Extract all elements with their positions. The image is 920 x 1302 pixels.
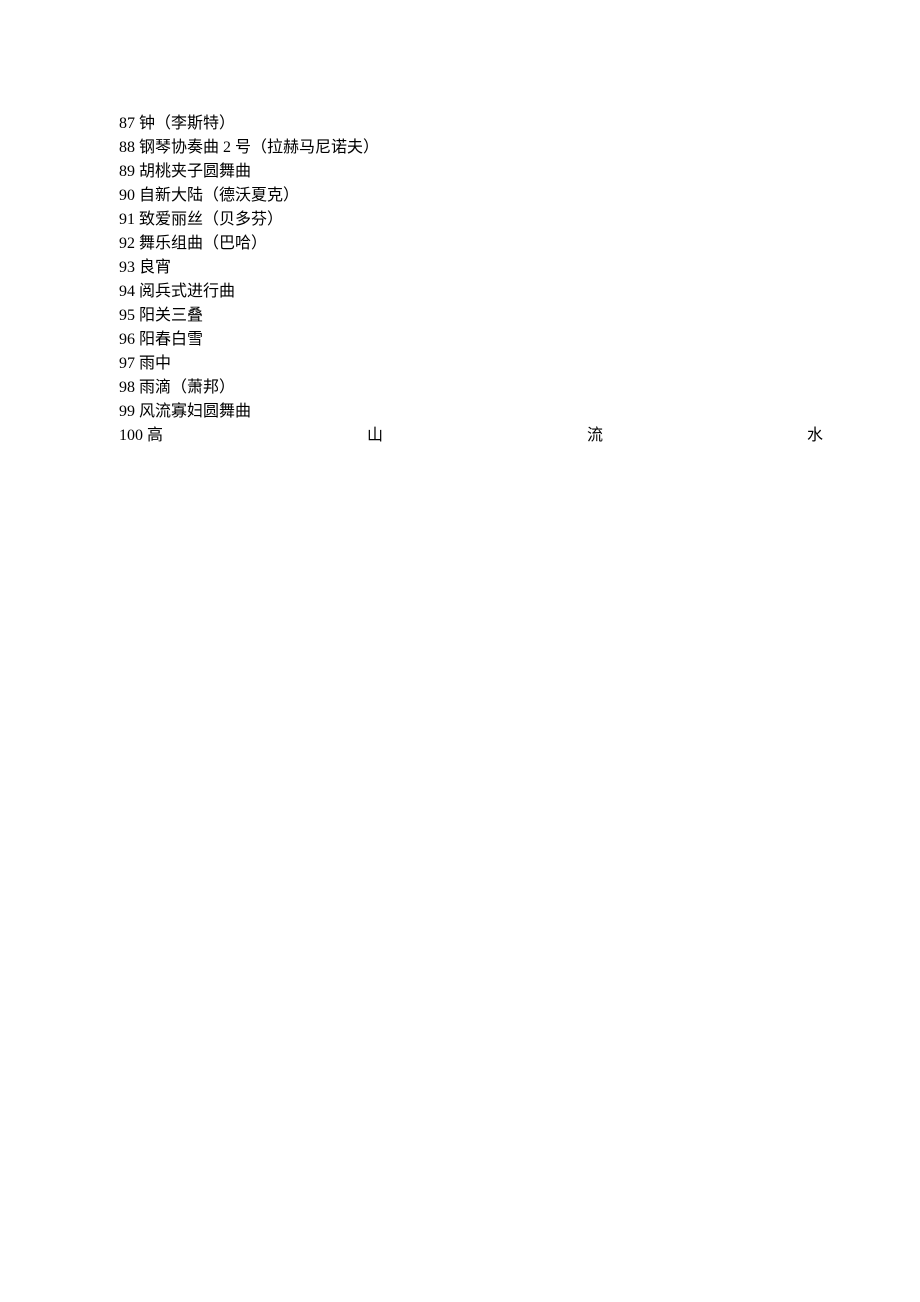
list-item: 96 阳春白雪 (119, 328, 820, 352)
item-title: 阳关三叠 (139, 307, 203, 324)
item-number: 87 (119, 115, 135, 132)
list-item: 97 雨中 (119, 352, 820, 376)
list-item-justified: 100 高 山 流 水 (119, 424, 823, 448)
item-title: 胡桃夹子圆舞曲 (139, 163, 251, 180)
item-title: 风流寡妇圆舞曲 (139, 403, 251, 420)
item-title: 雨滴（萧邦） (139, 379, 235, 396)
justified-char: 山 (367, 424, 383, 448)
item-number: 89 (119, 163, 135, 180)
justified-char: 流 (587, 424, 603, 448)
item-title: 良宵 (139, 259, 171, 276)
item-number: 92 (119, 235, 135, 252)
item-number: 94 (119, 283, 135, 300)
list-item: 98 雨滴（萧邦） (119, 376, 820, 400)
item-title: 自新大陆（德沃夏克） (139, 187, 299, 204)
list-item: 95 阳关三叠 (119, 304, 820, 328)
list-item: 87 钟（李斯特） (119, 112, 820, 136)
list-item: 93 良宵 (119, 256, 820, 280)
justified-char: 水 (807, 424, 823, 448)
item-number: 99 (119, 403, 135, 420)
item-title: 阅兵式进行曲 (139, 283, 235, 300)
item-number: 96 (119, 331, 135, 348)
item-number: 97 (119, 355, 135, 372)
list-item: 94 阅兵式进行曲 (119, 280, 820, 304)
item-title: 舞乐组曲（巴哈） (139, 235, 267, 252)
item-number: 93 (119, 259, 135, 276)
item-title: 阳春白雪 (139, 331, 203, 348)
item-number: 95 (119, 307, 135, 324)
list-item: 88 钢琴协奏曲 2 号（拉赫马尼诺夫） (119, 136, 820, 160)
list-item: 99 风流寡妇圆舞曲 (119, 400, 820, 424)
item-title: 钢琴协奏曲 2 号（拉赫马尼诺夫） (139, 139, 379, 156)
list-item: 90 自新大陆（德沃夏克） (119, 184, 820, 208)
item-number: 91 (119, 211, 135, 228)
item-title: 钟（李斯特） (139, 115, 235, 132)
item-title: 雨中 (139, 355, 171, 372)
item-title: 致爱丽丝（贝多芬） (139, 211, 283, 228)
item-number: 98 (119, 379, 135, 396)
item-number: 90 (119, 187, 135, 204)
item-number-and-first-char: 100 高 (119, 424, 163, 448)
music-list: 87 钟（李斯特） 88 钢琴协奏曲 2 号（拉赫马尼诺夫） 89 胡桃夹子圆舞… (119, 112, 820, 448)
list-item: 91 致爱丽丝（贝多芬） (119, 208, 820, 232)
list-item: 89 胡桃夹子圆舞曲 (119, 160, 820, 184)
item-number: 88 (119, 139, 135, 156)
list-item: 92 舞乐组曲（巴哈） (119, 232, 820, 256)
